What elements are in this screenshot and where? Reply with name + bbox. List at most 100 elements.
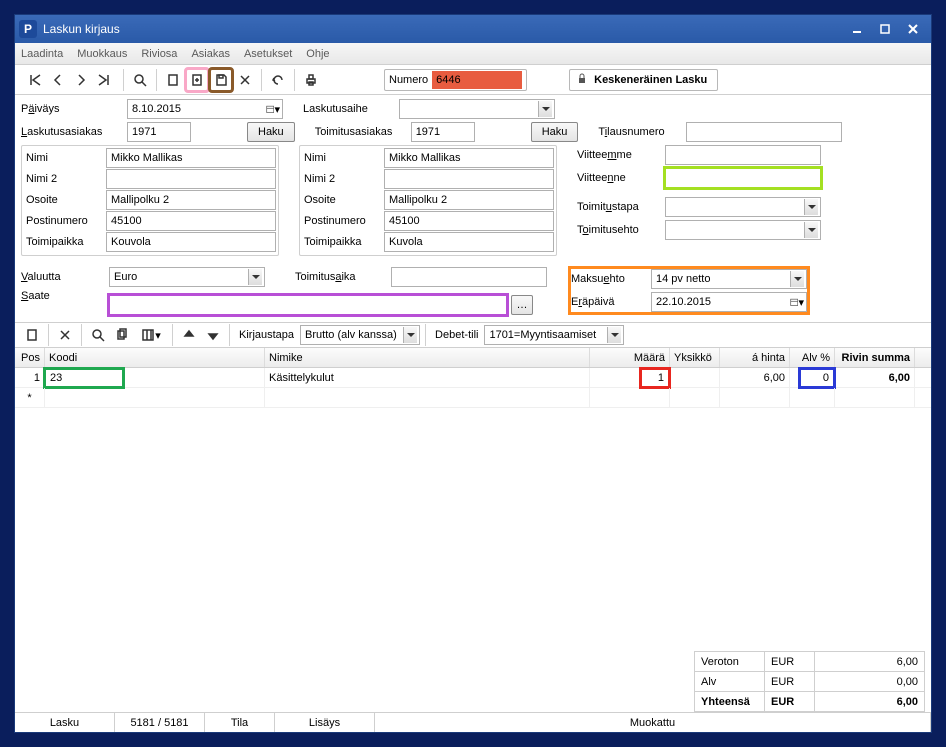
bill-osoite-input[interactable]: Mallipolku 2 [106, 190, 276, 210]
new-record-button[interactable] [186, 69, 208, 91]
new-page-button[interactable] [162, 69, 184, 91]
bill-nimi2-input[interactable] [106, 169, 276, 189]
totals-veroton-row: Veroton EUR 6,00 [695, 652, 925, 672]
bill-toimipaikka-input[interactable]: Kouvola [106, 232, 276, 252]
calendar-icon[interactable]: ▾ [266, 102, 280, 116]
menu-laadinta[interactable]: Laadinta [21, 48, 63, 60]
saate-input[interactable] [109, 295, 507, 315]
saate-more-button[interactable]: … [511, 295, 533, 315]
next-button[interactable] [70, 69, 92, 91]
ship-toimipaikka-input[interactable]: Kuvola [384, 232, 554, 252]
cell-pos[interactable]: 1 [15, 368, 45, 387]
col-alv[interactable]: Alv % [790, 348, 835, 367]
erapaiva-input[interactable]: 22.10.2015 ▾ [651, 292, 807, 312]
print-button[interactable] [300, 69, 322, 91]
totals-yhteensa-row: Yhteensä EUR 6,00 [695, 692, 925, 712]
laskutusaihe-select[interactable] [399, 99, 555, 119]
numero-box: Numero 6446 [384, 69, 527, 91]
cell-maara[interactable]: 1 [590, 368, 670, 387]
haku-ship-button[interactable]: Haku [531, 122, 579, 142]
status-lasku: Lasku [15, 713, 115, 732]
grid-row[interactable]: 1 23 Käsittelykulut 1 6,00 0 6,00 [15, 368, 931, 388]
menu-riviosa[interactable]: Riviosa [141, 48, 177, 60]
window-title: Laskun kirjaus [43, 22, 843, 36]
shipping-address-block: NimiMikko Mallikas Nimi 2 OsoiteMallipol… [299, 145, 557, 256]
maksuehto-label: Maksuehto [571, 273, 647, 285]
toimitustapa-label: Toimitustapa [577, 201, 661, 213]
line-copy-button[interactable] [111, 324, 133, 346]
line-up-button[interactable] [178, 324, 200, 346]
haku-bill-button[interactable]: Haku [247, 122, 295, 142]
first-button[interactable] [24, 69, 46, 91]
valuutta-select[interactable]: Euro [109, 267, 265, 287]
ship-postinumero-input[interactable]: 45100 [384, 211, 554, 231]
cell-alv[interactable]: 0 [790, 368, 835, 387]
menu-ohje[interactable]: Ohje [306, 48, 329, 60]
search-button[interactable] [129, 69, 151, 91]
col-summa[interactable]: Rivin summa [835, 348, 915, 367]
cell-summa[interactable]: 6,00 [835, 368, 915, 387]
ship-nimi-label: Nimi [302, 152, 384, 164]
grid-row-new[interactable]: * [15, 388, 931, 408]
toimitusehto-select[interactable] [665, 220, 821, 240]
undo-button[interactable] [267, 69, 289, 91]
line-columns-button[interactable]: ▾ [135, 324, 167, 346]
cell-koodi[interactable]: 23 [45, 368, 265, 387]
erapaiva-label: Eräpäivä [571, 296, 647, 308]
menu-asiakas[interactable]: Asiakas [191, 48, 230, 60]
cell-hinta[interactable]: 6,00 [720, 368, 790, 387]
minimize-button[interactable] [843, 19, 871, 39]
cell-yksikko[interactable] [670, 368, 720, 387]
delete-button[interactable] [234, 69, 256, 91]
line-down-button[interactable] [202, 324, 224, 346]
ship-osoite-label: Osoite [302, 194, 384, 206]
bill-osoite-label: Osoite [24, 194, 106, 206]
menu-asetukset[interactable]: Asetukset [244, 48, 292, 60]
totals-veroton-label: Veroton [695, 652, 765, 672]
maximize-button[interactable] [871, 19, 899, 39]
toimitusaika-input[interactable] [391, 267, 547, 287]
laskutusasiakas-input[interactable]: 1971 [127, 122, 191, 142]
col-nimike[interactable]: Nimike [265, 348, 590, 367]
line-delete-button[interactable] [54, 324, 76, 346]
viitteenne-input[interactable] [665, 168, 821, 188]
last-button[interactable] [93, 69, 115, 91]
line-new-button[interactable] [21, 324, 43, 346]
save-button[interactable] [210, 69, 232, 91]
calendar-icon[interactable]: ▾ [790, 295, 804, 309]
toimitustapa-select[interactable] [665, 197, 821, 217]
tilausnumero-input[interactable] [686, 122, 842, 142]
bill-nimi-input[interactable]: Mikko Mallikas [106, 148, 276, 168]
debet-tili-select[interactable]: 1701=Myyntisaamiset [484, 325, 624, 345]
ship-nimi-input[interactable]: Mikko Mallikas [384, 148, 554, 168]
menu-muokkaus[interactable]: Muokkaus [77, 48, 127, 60]
col-hinta[interactable]: á hinta [720, 348, 790, 367]
debet-tili-label: Debet-tili [431, 329, 482, 341]
close-button[interactable] [899, 19, 927, 39]
maksuehto-select[interactable]: 14 pv netto [651, 269, 807, 289]
bill-postinumero-input[interactable]: 45100 [106, 211, 276, 231]
viitteenne-label: Viitteenne [577, 172, 661, 184]
totals-alv-row: Alv EUR 0,00 [695, 672, 925, 692]
status-pill[interactable]: Keskeneräinen Lasku [569, 69, 718, 91]
totals-yht-cur: EUR [765, 692, 815, 712]
paivays-input[interactable]: 8.10.2015 ▾ [127, 99, 283, 119]
kirjaustapa-select[interactable]: Brutto (alv kanssa) [300, 325, 420, 345]
prev-button[interactable] [47, 69, 69, 91]
toimitusasiakas-input[interactable]: 1971 [411, 122, 475, 142]
col-koodi[interactable]: Koodi [45, 348, 265, 367]
totals-alv-cur: EUR [765, 672, 815, 692]
viitteemme-label: Viitteemme [577, 149, 661, 161]
ship-osoite-input[interactable]: Mallipolku 2 [384, 190, 554, 210]
numero-field[interactable]: 6446 [432, 71, 522, 89]
ship-nimi2-input[interactable] [384, 169, 554, 189]
cell-nimike[interactable]: Käsittelykulut [265, 368, 590, 387]
col-pos[interactable]: Pos [15, 348, 45, 367]
titlebar: P Laskun kirjaus [15, 15, 931, 43]
totals-yht-val: 6,00 [815, 692, 925, 712]
col-maara[interactable]: Määrä [590, 348, 670, 367]
line-search-button[interactable] [87, 324, 109, 346]
totals-veroton-cur: EUR [765, 652, 815, 672]
viitteemme-input[interactable] [665, 145, 821, 165]
col-yksikko[interactable]: Yksikkö [670, 348, 720, 367]
